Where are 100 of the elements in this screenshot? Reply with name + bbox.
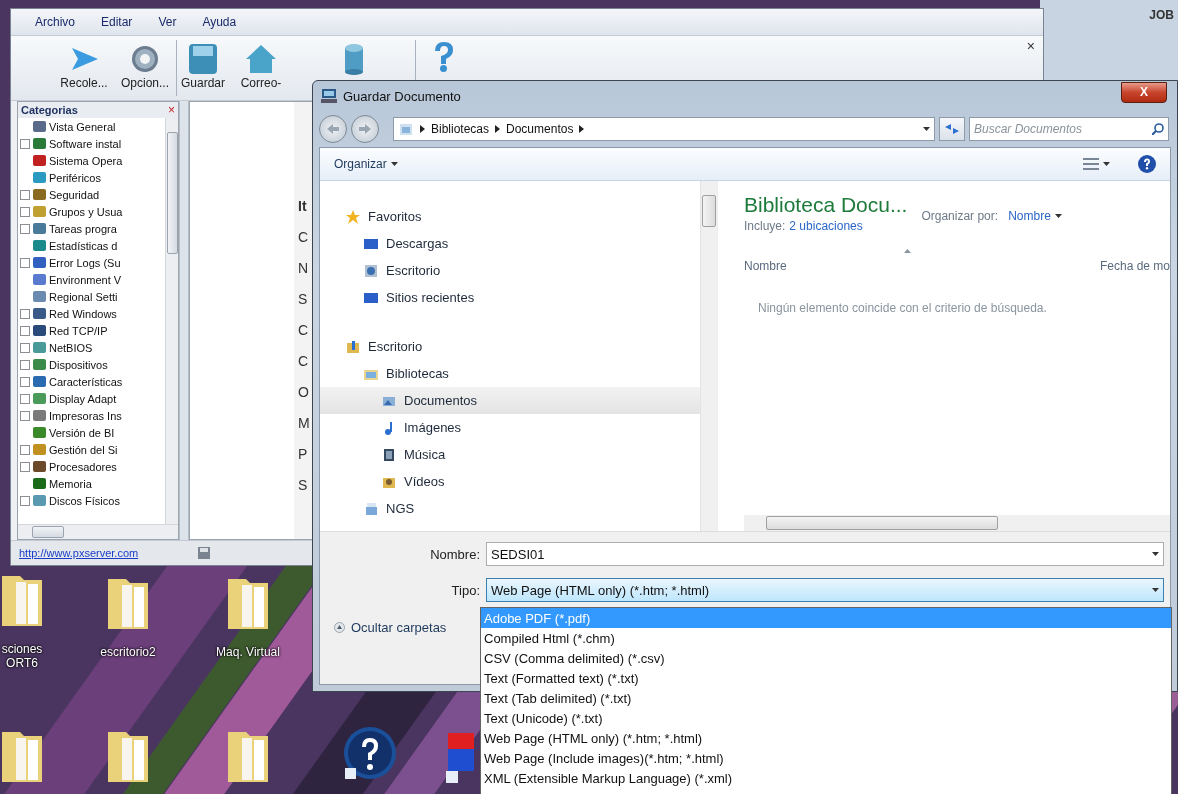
tree-item[interactable]: Dispositivos [18, 356, 165, 373]
refresh-button[interactable] [939, 117, 965, 141]
tree-item[interactable]: Software instal [18, 135, 165, 152]
nav-item[interactable]: Escritorio [320, 333, 700, 360]
tree-item[interactable]: Periféricos [18, 169, 165, 186]
list-option[interactable]: Text (Unicode) (*.txt) [481, 708, 1171, 728]
nav-item[interactable]: Música [320, 441, 700, 468]
tree-item[interactable]: Memoria [18, 475, 165, 492]
breadcrumb-item[interactable]: Bibliotecas [431, 122, 490, 136]
expand-icon[interactable] [20, 189, 30, 200]
close-button[interactable]: × [168, 103, 175, 117]
tree-item[interactable]: Display Adapt [18, 390, 165, 407]
arrange-label: Organizar por: [921, 209, 999, 223]
tree-item[interactable]: Red TCP/IP [18, 322, 165, 339]
website-link[interactable]: http://www.pxserver.com [19, 547, 139, 559]
nav-item[interactable]: NGS [320, 495, 700, 522]
expand-icon[interactable] [20, 308, 30, 319]
toolbar-button[interactable]: Guardar [180, 36, 226, 94]
list-option[interactable]: CSV (Comma delimited) (*.csv) [481, 648, 1171, 668]
arrange-dropdown[interactable]: Nombre [1008, 209, 1062, 223]
toolbar-button[interactable]: Correo- [226, 36, 296, 94]
close-button[interactable]: X [1121, 81, 1167, 103]
breadcrumb-item[interactable]: Documentos [506, 122, 574, 136]
expand-icon[interactable] [20, 461, 30, 472]
tree-item[interactable]: Seguridad [18, 186, 165, 203]
tree-item[interactable]: Tareas progra [18, 220, 165, 237]
tree-item[interactable]: Impresoras Ins [18, 407, 165, 424]
scrollbar[interactable] [700, 181, 717, 531]
list-option[interactable]: Text (Tab delimited) (*.txt) [481, 688, 1171, 708]
nav-item[interactable]: Descargas [320, 230, 700, 257]
expand-icon[interactable] [20, 342, 30, 353]
toolbar-button[interactable]: Recole... [51, 36, 117, 94]
address-bar[interactable]: Bibliotecas Documentos [393, 117, 935, 141]
tree-item[interactable]: Discos Físicos [18, 492, 165, 509]
column-header[interactable]: Nombre [744, 259, 787, 273]
list-option[interactable]: XML (Extensible Markup Language) (*.xml) [481, 768, 1171, 788]
expand-icon[interactable] [20, 206, 30, 217]
expand-icon[interactable] [20, 495, 30, 506]
back-button[interactable] [319, 115, 347, 143]
nav-item[interactable]: Imágenes [320, 414, 700, 441]
column-header[interactable]: Fecha de mo [1099, 259, 1170, 273]
list-option[interactable]: Web Page (Include images)(*.htm; *.html) [481, 748, 1171, 768]
tree-item[interactable]: Error Logs (Su [18, 254, 165, 271]
category-icon [33, 375, 46, 388]
desktop-icon-label[interactable]: escritorio2 [96, 645, 160, 659]
expand-icon[interactable] [20, 257, 30, 268]
toolbar-button[interactable]: Opcion... [117, 36, 173, 94]
desktop-icon-label[interactable]: Maq. Virtual [216, 645, 280, 659]
expand-icon[interactable] [20, 410, 30, 421]
expand-icon[interactable] [20, 393, 30, 404]
menu-item[interactable]: Archivo [35, 15, 75, 29]
nav-item[interactable]: Favoritos [320, 203, 700, 230]
menu-item[interactable]: Ver [158, 15, 177, 29]
expand-icon[interactable] [20, 325, 30, 336]
tree-item[interactable]: Environment V [18, 271, 165, 288]
view-button[interactable] [1083, 158, 1110, 170]
expand-icon[interactable] [20, 138, 30, 149]
search-field[interactable]: Buscar Documentos [969, 117, 1169, 141]
category-icon [33, 171, 46, 184]
tree-item[interactable]: NetBIOS [18, 339, 165, 356]
tree-item[interactable]: Gestión del Si [18, 441, 165, 458]
organize-button[interactable]: Organizar [334, 157, 398, 171]
expand-icon[interactable] [20, 444, 30, 455]
help-icon[interactable] [1138, 155, 1156, 173]
list-option[interactable]: Text (Formatted text) (*.txt) [481, 668, 1171, 688]
nav-item[interactable]: Vídeos [320, 468, 700, 495]
nav-item[interactable]: Escritorio [320, 257, 700, 284]
file-type-select[interactable]: Web Page (HTML only) (*.htm; *.html) [486, 578, 1164, 602]
tree-item[interactable]: Características [18, 373, 165, 390]
expand-icon[interactable] [20, 359, 30, 370]
filename-field[interactable]: SEDSI01 [486, 542, 1164, 566]
list-option[interactable]: Web Page (HTML only) (*.htm; *.html) [481, 728, 1171, 748]
tree-item[interactable]: Versión de BI [18, 424, 165, 441]
monitor-icon [364, 290, 378, 305]
tree-item[interactable]: Vista General [18, 118, 165, 135]
scrollbar[interactable] [18, 524, 178, 539]
menu-item[interactable]: Ayuda [202, 15, 237, 29]
close-button[interactable]: × [1026, 38, 1035, 54]
locations-link[interactable]: 2 ubicaciones [789, 219, 863, 233]
tree-item[interactable]: Red Windows [18, 305, 165, 322]
category-icon [33, 392, 46, 405]
expand-icon[interactable] [20, 376, 30, 387]
tree-item[interactable]: Grupos y Usua [18, 203, 165, 220]
tree-item[interactable]: Regional Setti [18, 288, 165, 305]
desktop-icon-label[interactable]: sciones ORT6 [0, 642, 54, 670]
tree-item[interactable]: Procesadores [18, 458, 165, 475]
list-option[interactable]: Compiled Html (*.chm) [481, 628, 1171, 648]
nav-item[interactable]: Sitios recientes [320, 284, 700, 311]
nav-item[interactable]: Bibliotecas [320, 360, 700, 387]
expand-icon[interactable] [20, 223, 30, 234]
forward-button[interactable] [351, 115, 379, 143]
menu-item[interactable]: Editar [101, 15, 133, 29]
hide-folders-button[interactable]: Ocultar carpetas [334, 620, 447, 635]
scrollbar[interactable] [744, 515, 1170, 531]
tree-item[interactable]: Estadísticas d [18, 237, 165, 254]
library-icon [398, 122, 414, 136]
nav-item[interactable]: Documentos [320, 387, 700, 414]
tree-item[interactable]: Sistema Opera [18, 152, 165, 169]
scrollbar[interactable] [165, 118, 178, 524]
category-icon [33, 494, 46, 507]
